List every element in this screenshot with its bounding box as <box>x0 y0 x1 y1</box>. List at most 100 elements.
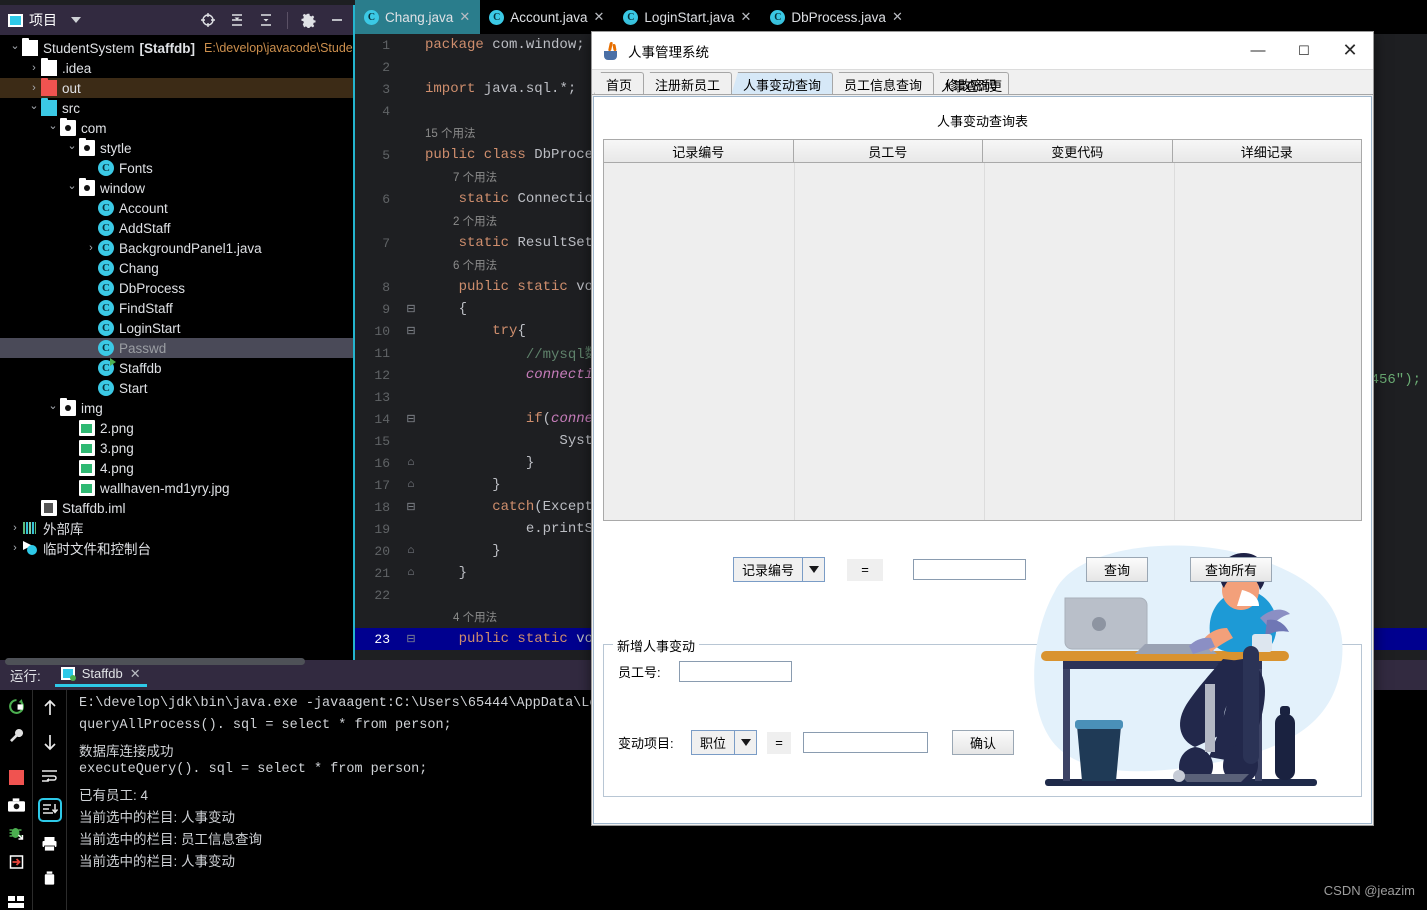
chevron-open-icon[interactable] <box>27 102 41 115</box>
tree-item-stytle[interactable]: stytle <box>0 138 353 158</box>
tree-item-staffdb.iml[interactable]: Staffdb.iml <box>0 498 353 518</box>
close-button[interactable]: ✕ <box>1327 32 1373 69</box>
trash-icon[interactable] <box>40 868 60 888</box>
expand-all-icon[interactable] <box>229 12 245 28</box>
fold-marker[interactable]: ⊟ <box>400 302 422 316</box>
tree-item-findstaff[interactable]: C FindStaff <box>0 298 353 318</box>
fold-marker[interactable]: ⌂ <box>400 479 422 491</box>
dialog-tab-首页[interactable]: 首页 <box>594 72 645 95</box>
search-all-button[interactable]: 查询所有 <box>1190 557 1273 582</box>
scroll-up-icon[interactable] <box>40 698 60 718</box>
tree-item-com[interactable]: com <box>0 118 353 138</box>
close-icon[interactable]: ✕ <box>892 9 903 25</box>
rerun-icon[interactable] <box>6 698 26 715</box>
query-value-input[interactable] <box>913 559 1027 580</box>
records-table[interactable]: 记录编号 员工号 变更代码 详细记录 <box>603 139 1362 521</box>
fold-marker[interactable]: ⌂ <box>400 567 422 579</box>
close-icon[interactable]: ✕ <box>740 9 751 25</box>
close-icon[interactable]: ✕ <box>459 9 470 25</box>
table-header-cell[interactable]: 详细记录 <box>1172 140 1361 163</box>
change-item-select[interactable]: 职位 <box>691 730 758 755</box>
chevron-closed-icon[interactable] <box>27 82 41 94</box>
tree-item-passwd[interactable]: C Passwd <box>0 338 353 358</box>
tree-item-staffdb[interactable]: C Staffdb <box>0 358 353 378</box>
fold-marker[interactable]: ⊟ <box>400 412 422 426</box>
print-icon[interactable] <box>40 834 60 854</box>
fold-marker[interactable]: ⊟ <box>400 324 422 338</box>
project-tree[interactable]: StudentSystem[Staffdb] E:\develop\javacod… <box>0 35 353 660</box>
close-icon[interactable]: ✕ <box>130 666 141 682</box>
tree-item-src[interactable]: src <box>0 98 353 118</box>
chevron-down-icon[interactable] <box>802 558 825 581</box>
tree-item-.idea[interactable]: .idea <box>0 58 353 78</box>
chevron-down-icon[interactable] <box>734 731 757 754</box>
chevron-open-icon[interactable] <box>65 142 79 155</box>
run-tab-staffdb[interactable]: Staffdb ✕ <box>54 666 147 687</box>
tree-item-account[interactable]: C Account <box>0 198 353 218</box>
minimize-icon[interactable] <box>329 12 345 28</box>
dialog-tab-bar[interactable]: 首页 注册新员工 人事变动查询 员工信息查询修改密码人事查询更多 <box>592 70 1373 95</box>
tree-item-chang[interactable]: C Chang <box>0 258 353 278</box>
tree-item-[interactable]: 外部库 <box>0 518 353 538</box>
editor-tab-dbprocess[interactable]: C DbProcess.java ✕ <box>761 0 914 34</box>
table-header-cell[interactable]: 员工号 <box>793 140 983 163</box>
editor-tab-bar[interactable]: C Chang.java ✕ C Account.java ✕ C LoginStart.ja… <box>355 0 1427 34</box>
chevron-open-icon[interactable] <box>8 42 22 55</box>
tree-item-3.png[interactable]: 3.png <box>0 438 353 458</box>
fold-marker[interactable]: ⌂ <box>400 545 422 557</box>
scroll-to-end-icon[interactable] <box>37 798 62 822</box>
chevron-down-icon[interactable] <box>71 17 81 23</box>
chevron-open-icon[interactable] <box>46 402 60 415</box>
debug-icon[interactable] <box>6 825 26 841</box>
chevron-closed-icon[interactable] <box>27 62 41 74</box>
layout-icon[interactable] <box>6 896 26 909</box>
tree-item-dbprocess[interactable]: C DbProcess <box>0 278 353 298</box>
exit-icon[interactable] <box>6 854 26 870</box>
tree-item-img[interactable]: img <box>0 398 353 418</box>
staff-no-input[interactable] <box>679 661 792 682</box>
table-header-cell[interactable]: 变更代码 <box>983 140 1173 163</box>
chevron-closed-icon[interactable] <box>84 242 98 254</box>
locate-icon[interactable] <box>200 12 216 28</box>
table-header-cell[interactable]: 记录编号 <box>604 140 794 163</box>
chevron-closed-icon[interactable] <box>8 542 22 554</box>
dialog-tab-修改密码[interactable]: 修改密码人事查询更多 <box>933 72 1010 95</box>
tree-item-out[interactable]: out <box>0 78 353 98</box>
confirm-button[interactable]: 确认 <box>952 730 1015 755</box>
tree-item-studentsystem[interactable]: StudentSystem[Staffdb] E:\develop\javacod… <box>0 38 353 58</box>
tree-item-window[interactable]: window <box>0 178 353 198</box>
scroll-down-icon[interactable] <box>40 732 60 752</box>
gear-icon[interactable] <box>301 13 316 28</box>
tree-item-4.png[interactable]: 4.png <box>0 458 353 478</box>
chevron-closed-icon[interactable] <box>8 522 22 534</box>
wrench-icon[interactable] <box>6 728 26 744</box>
chevron-open-icon[interactable] <box>65 182 79 195</box>
maximize-button[interactable]: ☐ <box>1281 32 1327 69</box>
query-field-select[interactable]: 记录编号 <box>733 557 826 582</box>
stop-icon[interactable] <box>6 770 26 785</box>
soft-wrap-icon[interactable] <box>40 766 60 786</box>
change-value-input[interactable] <box>803 732 929 753</box>
editor-tab-loginstart[interactable]: C LoginStart.java ✕ <box>614 0 761 34</box>
tree-item-addstaff[interactable]: C AddStaff <box>0 218 353 238</box>
fold-marker[interactable]: ⌂ <box>400 457 422 469</box>
tree-item-fonts[interactable]: C Fonts <box>0 158 353 178</box>
search-button[interactable]: 查询 <box>1086 557 1149 582</box>
tree-item-loginstart[interactable]: C LoginStart <box>0 318 353 338</box>
table-body[interactable] <box>604 163 1361 520</box>
chevron-open-icon[interactable] <box>46 122 60 135</box>
tree-item-wallhavenmd1yry.jpg[interactable]: wallhaven-md1yry.jpg <box>0 478 353 498</box>
dialog-tab-注册新员工[interactable]: 注册新员工 <box>643 72 733 95</box>
collapse-all-icon[interactable] <box>258 12 274 28</box>
close-icon[interactable]: ✕ <box>594 9 605 25</box>
tree-item-[interactable]: 临时文件和控制台 <box>0 538 353 558</box>
editor-tab-account[interactable]: C Account.java ✕ <box>480 0 614 34</box>
editor-hscrollbar[interactable] <box>5 658 305 665</box>
camera-icon[interactable] <box>6 798 26 812</box>
tree-item-backgroundpanel1.java[interactable]: C BackgroundPanel1.java <box>0 238 353 258</box>
fold-marker[interactable]: ⊟ <box>400 500 422 514</box>
fold-marker[interactable]: ⊟ <box>400 632 422 646</box>
dialog-tab-员工信息查询[interactable]: 员工信息查询 <box>832 72 935 95</box>
editor-tab-chang[interactable]: C Chang.java ✕ <box>355 0 481 34</box>
tree-item-start[interactable]: C Start <box>0 378 353 398</box>
